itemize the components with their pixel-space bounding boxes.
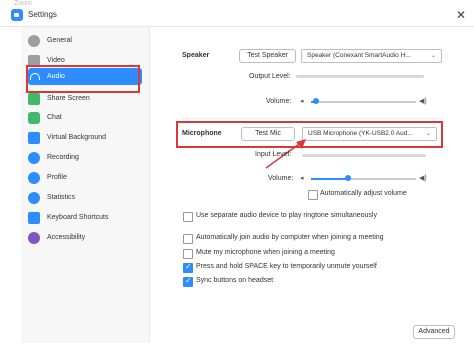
sidebar-item-label: General bbox=[47, 37, 72, 44]
statistics-icon bbox=[28, 191, 40, 204]
sidebar-item-label: Accessibility bbox=[47, 234, 86, 241]
sidebar-item-label: Virtual Background bbox=[47, 134, 107, 141]
sidebar-item-recording[interactable]: Recording bbox=[28, 148, 142, 167]
auto-join-audio-label: Automatically join audio by computer whe… bbox=[196, 234, 384, 241]
auto-adjust-volume-label: Automatically adjust volume bbox=[320, 190, 407, 197]
audio-highlight-box bbox=[26, 65, 140, 93]
microphone-volume-fill bbox=[311, 178, 348, 180]
output-level-label: Output Level: bbox=[249, 73, 291, 80]
speaker-label: Speaker bbox=[182, 52, 210, 59]
accessibility-icon bbox=[28, 231, 40, 244]
sidebar-item-label: Chat bbox=[47, 114, 62, 121]
sidebar-item-label: Statistics bbox=[47, 194, 76, 201]
speaker-volume-label: Volume: bbox=[266, 98, 292, 105]
speaker-device-select[interactable]: Speaker (Conexant SmartAudio H... ⌄ bbox=[301, 49, 442, 63]
sidebar-item-label: Profile bbox=[47, 174, 67, 181]
test-speaker-button[interactable]: Test Speaker bbox=[239, 49, 296, 63]
advanced-button[interactable]: Advanced bbox=[413, 325, 455, 339]
separate-ringtone-device-checkbox[interactable] bbox=[183, 212, 193, 222]
speaker-device-value: Speaker (Conexant SmartAudio H... bbox=[307, 52, 411, 59]
record-icon bbox=[28, 151, 40, 164]
sidebar-item-label: Share Screen bbox=[47, 95, 90, 102]
zoom-app-icon bbox=[11, 9, 23, 21]
speaker-volume-knob[interactable] bbox=[313, 98, 320, 104]
sidebar-item-accessibility[interactable]: Accessibility bbox=[28, 228, 142, 247]
chevron-down-icon: ⌄ bbox=[430, 53, 436, 59]
speaker-volume-slider[interactable] bbox=[311, 98, 416, 104]
sidebar-item-profile[interactable]: Profile bbox=[28, 168, 142, 187]
input-level-label: Input Level: bbox=[255, 151, 292, 158]
auto-join-audio-checkbox[interactable] bbox=[183, 234, 193, 244]
microphone-volume-slider[interactable] bbox=[311, 175, 416, 181]
sidebar-item-chat[interactable]: Chat bbox=[28, 108, 142, 127]
volume-low-icon: ◂ bbox=[300, 175, 304, 182]
sidebar-item-label: Video bbox=[47, 57, 65, 64]
separate-ringtone-device-label: Use separate audio device to play ringto… bbox=[196, 212, 377, 219]
sidebar-item-virtual-background[interactable]: Virtual Background bbox=[28, 128, 142, 147]
volume-high-icon: ◀) bbox=[419, 175, 427, 182]
chat-icon bbox=[28, 111, 40, 124]
person-background-icon bbox=[28, 131, 40, 144]
sync-headset-buttons-label: Sync buttons on headset bbox=[196, 277, 274, 284]
title-bar: Settings ✕ bbox=[0, 6, 474, 27]
auto-adjust-volume-checkbox[interactable] bbox=[308, 190, 318, 200]
sidebar-item-label: Recording bbox=[47, 154, 79, 161]
profile-icon bbox=[28, 171, 40, 184]
keyboard-icon bbox=[28, 211, 40, 224]
sidebar-item-label: Keyboard Shortcuts bbox=[47, 214, 109, 221]
mute-on-join-checkbox[interactable] bbox=[183, 249, 193, 259]
mute-on-join-label: Mute my microphone when joining a meetin… bbox=[196, 249, 335, 256]
sidebar-item-keyboard-shortcuts[interactable]: Keyboard Shortcuts bbox=[28, 208, 142, 227]
sync-headset-buttons-checkbox[interactable] bbox=[183, 276, 193, 287]
volume-high-icon: ◀) bbox=[419, 98, 427, 105]
input-level-meter bbox=[302, 154, 426, 157]
gear-icon bbox=[28, 34, 40, 47]
volume-low-icon: ◂ bbox=[300, 98, 304, 105]
close-icon[interactable]: ✕ bbox=[456, 8, 466, 22]
window-title: Settings bbox=[28, 10, 57, 19]
space-to-unmute-checkbox[interactable] bbox=[183, 262, 193, 273]
sidebar-item-statistics[interactable]: Statistics bbox=[28, 188, 142, 207]
divider bbox=[180, 118, 442, 119]
space-to-unmute-label: Press and hold SPACE key to temporarily … bbox=[196, 263, 377, 270]
output-level-meter bbox=[296, 75, 424, 78]
share-screen-icon bbox=[28, 92, 40, 105]
microphone-volume-knob[interactable] bbox=[344, 175, 351, 181]
sidebar-item-general[interactable]: General bbox=[28, 31, 142, 50]
microphone-volume-label: Volume: bbox=[268, 175, 294, 182]
